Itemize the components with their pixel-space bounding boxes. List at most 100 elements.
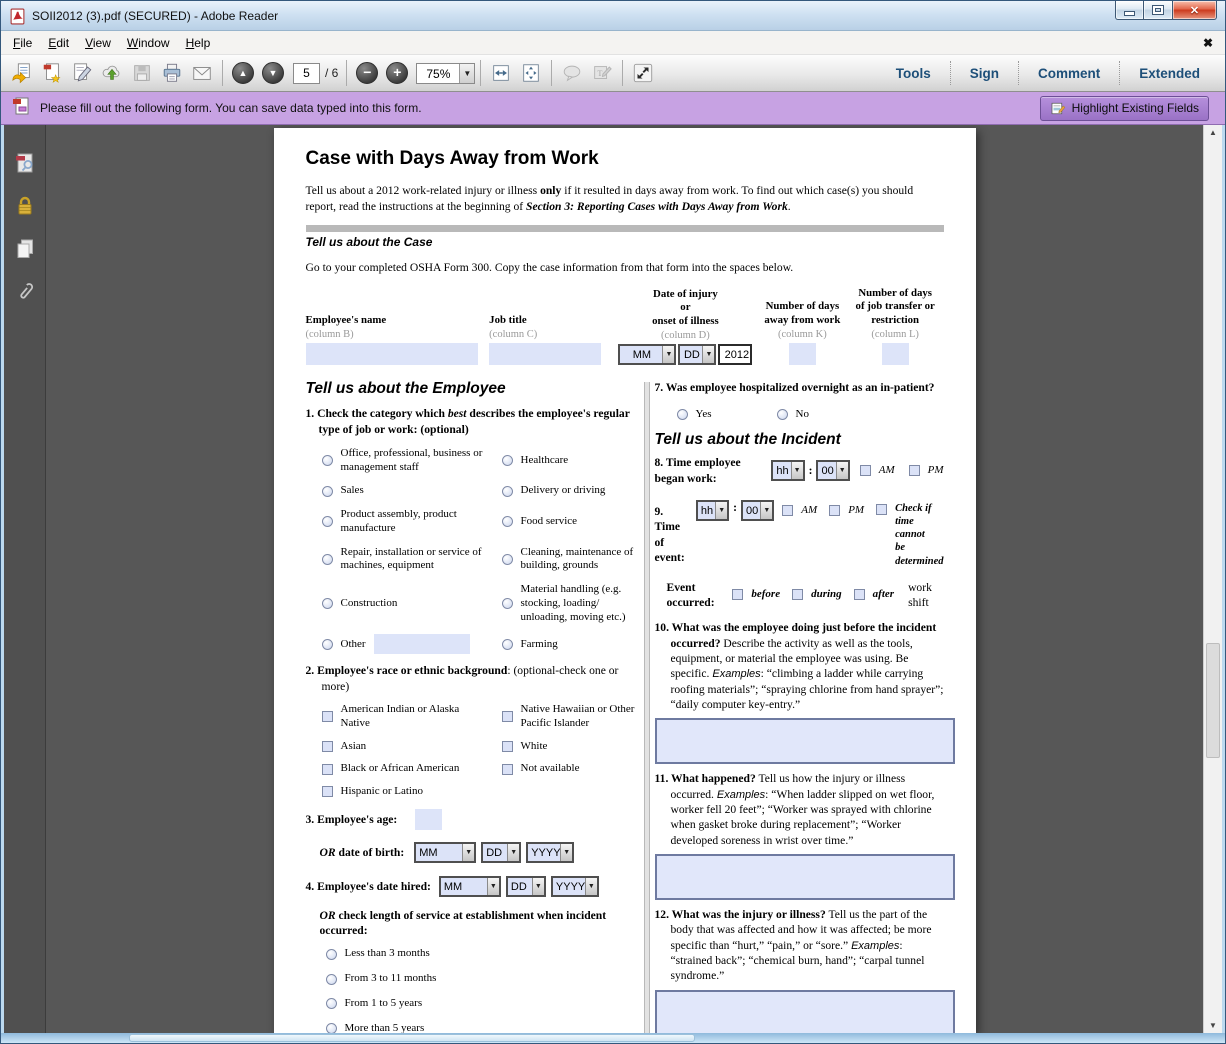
after-checkbox[interactable] xyxy=(854,589,865,600)
save-button[interactable] xyxy=(127,59,157,88)
birth-year-dropdown[interactable]: YYYY▼ xyxy=(526,842,574,863)
scroll-down-icon[interactable]: ▼ xyxy=(1209,1021,1217,1030)
highlight-existing-fields-button[interactable]: Highlight Existing Fields xyxy=(1040,96,1209,121)
began-minute-dropdown[interactable]: 00▼ xyxy=(816,460,849,481)
security-settings-button[interactable] xyxy=(10,192,40,220)
hispanic-checkbox[interactable] xyxy=(322,786,333,797)
question-11-textarea[interactable] xyxy=(655,854,955,900)
event-hour-dropdown[interactable]: hh▼ xyxy=(696,500,729,521)
hospitalized-yes-radio[interactable] xyxy=(677,409,688,420)
minimize-button[interactable] xyxy=(1115,1,1144,20)
menu-help[interactable]: Help xyxy=(178,33,219,53)
question-10-textarea[interactable] xyxy=(655,718,955,764)
close-document-icon[interactable]: ✖ xyxy=(1203,36,1213,50)
before-checkbox[interactable] xyxy=(732,589,743,600)
less-3-months-radio[interactable] xyxy=(326,949,337,960)
event-am-checkbox[interactable] xyxy=(782,505,793,516)
farming-radio[interactable] xyxy=(502,639,513,650)
email-button[interactable] xyxy=(187,59,217,88)
time-undetermined-checkbox[interactable] xyxy=(876,504,887,515)
comment-pane-button[interactable]: Comment xyxy=(1018,61,1119,85)
delivery-radio[interactable] xyxy=(502,486,513,497)
zoom-out-button[interactable]: − xyxy=(356,62,378,84)
extended-pane-button[interactable]: Extended xyxy=(1119,61,1219,85)
injury-day-dropdown[interactable]: DD▼ xyxy=(678,344,716,365)
page-thumbnails-button[interactable] xyxy=(10,149,40,177)
birth-month-dropdown[interactable]: MM▼ xyxy=(414,842,476,863)
more-5-years-radio[interactable] xyxy=(326,1023,337,1033)
text-annotation-button[interactable]: T xyxy=(587,59,617,88)
window-titlebar[interactable]: SOII2012 (3).pdf (SECURED) - Adobe Reade… xyxy=(1,1,1225,31)
not-available-checkbox[interactable] xyxy=(502,764,513,775)
days-away-input[interactable] xyxy=(789,343,816,365)
adobe-reader-window: SOII2012 (3).pdf (SECURED) - Adobe Reade… xyxy=(0,0,1226,1044)
fit-page-button[interactable] xyxy=(516,59,546,88)
restore-button[interactable] xyxy=(1144,1,1172,20)
job-transfer-input[interactable] xyxy=(882,343,909,365)
print-button[interactable] xyxy=(157,59,187,88)
tools-pane-button[interactable]: Tools xyxy=(877,61,950,85)
document-viewport[interactable]: Case with Days Away from Work Tell us ab… xyxy=(46,125,1203,1033)
create-pdf-button[interactable] xyxy=(37,59,67,88)
previous-page-button[interactable]: ▲ xyxy=(232,62,254,84)
hired-year-dropdown[interactable]: YYYY▼ xyxy=(551,876,599,897)
product-assembly-radio[interactable] xyxy=(322,516,333,527)
vertical-scrollbar[interactable]: ▲ ▼ xyxy=(1203,125,1222,1033)
comment-bubble-button[interactable] xyxy=(557,59,587,88)
attachments-button[interactable] xyxy=(10,278,40,306)
event-minute-dropdown[interactable]: 00▼ xyxy=(741,500,774,521)
menu-file[interactable]: File xyxy=(5,33,40,53)
food-service-radio[interactable] xyxy=(502,516,513,527)
scroll-up-icon[interactable]: ▲ xyxy=(1209,128,1217,137)
material-handling-radio[interactable] xyxy=(502,598,513,609)
horizontal-scrollbar-thumb[interactable] xyxy=(129,1034,695,1042)
cleaning-radio[interactable] xyxy=(502,554,513,565)
event-pm-checkbox[interactable] xyxy=(829,505,840,516)
birth-day-dropdown[interactable]: DD▼ xyxy=(481,842,521,863)
open-button[interactable] xyxy=(7,59,37,88)
office-radio[interactable] xyxy=(322,455,333,466)
construction-radio[interactable] xyxy=(322,598,333,609)
fit-width-button[interactable] xyxy=(486,59,516,88)
healthcare-radio[interactable] xyxy=(502,455,513,466)
zoom-level-select[interactable]: 75% ▼ xyxy=(416,63,475,84)
hired-month-dropdown[interactable]: MM▼ xyxy=(439,876,501,897)
page-number-input[interactable]: 5 xyxy=(293,63,320,84)
reading-mode-button[interactable] xyxy=(628,59,658,88)
injury-year-input[interactable]: 2012 xyxy=(718,344,752,365)
hospitalized-no-radio[interactable] xyxy=(777,409,788,420)
native-hawaiian-checkbox[interactable] xyxy=(502,711,513,722)
began-pm-checkbox[interactable] xyxy=(909,465,920,476)
black-checkbox[interactable] xyxy=(322,764,333,775)
employee-age-input[interactable] xyxy=(415,809,442,830)
sales-radio[interactable] xyxy=(322,486,333,497)
fill-sign-button[interactable] xyxy=(67,59,97,88)
hired-day-dropdown[interactable]: DD▼ xyxy=(506,876,546,897)
menu-view[interactable]: View xyxy=(77,33,119,53)
next-page-button[interactable]: ▼ xyxy=(262,62,284,84)
zoom-in-button[interactable]: + xyxy=(386,62,408,84)
during-checkbox[interactable] xyxy=(792,589,803,600)
menu-edit[interactable]: Edit xyxy=(40,33,77,53)
asian-checkbox[interactable] xyxy=(322,741,333,752)
job-title-input[interactable] xyxy=(489,343,601,365)
other-occupation-input[interactable] xyxy=(374,634,470,654)
repair-radio[interactable] xyxy=(322,554,333,565)
began-am-checkbox[interactable] xyxy=(860,465,871,476)
american-indian-checkbox[interactable] xyxy=(322,711,333,722)
1-5-years-radio[interactable] xyxy=(326,998,337,1009)
menu-window[interactable]: Window xyxy=(119,33,178,53)
3-11-months-radio[interactable] xyxy=(326,974,337,985)
other-radio[interactable] xyxy=(322,639,333,650)
vertical-scrollbar-thumb[interactable] xyxy=(1206,643,1220,758)
horizontal-scrollbar[interactable] xyxy=(1,1033,1225,1043)
began-hour-dropdown[interactable]: hh▼ xyxy=(771,460,804,481)
white-checkbox[interactable] xyxy=(502,741,513,752)
question-12-textarea[interactable] xyxy=(655,990,955,1033)
sign-pane-button[interactable]: Sign xyxy=(950,61,1018,85)
injury-month-dropdown[interactable]: MM▼ xyxy=(618,344,676,365)
close-button[interactable]: ✕ xyxy=(1172,1,1217,20)
cloud-upload-button[interactable] xyxy=(97,59,127,88)
pages-panel-button[interactable] xyxy=(10,235,40,263)
employee-name-input[interactable] xyxy=(306,343,478,365)
